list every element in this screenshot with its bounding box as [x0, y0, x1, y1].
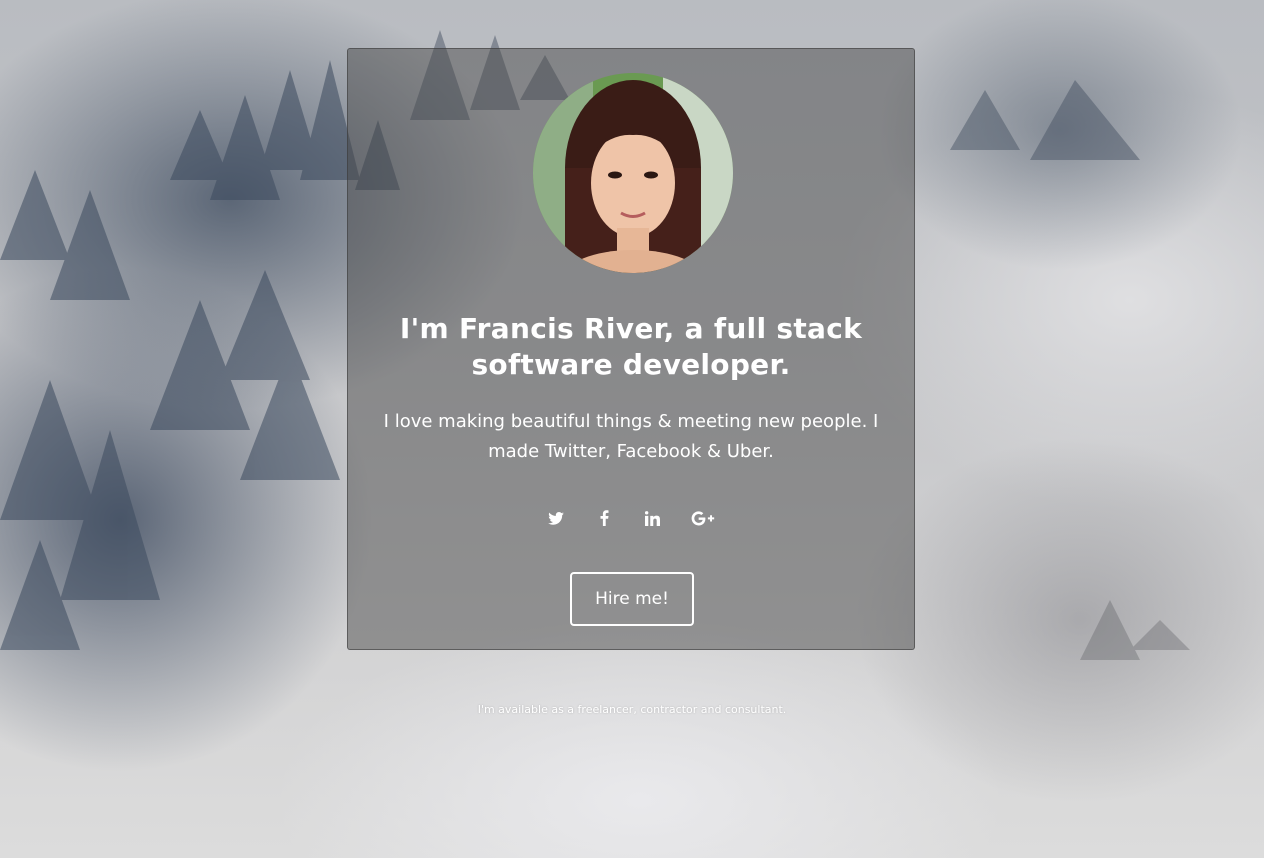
avatar	[533, 73, 733, 273]
twitter-icon	[548, 511, 564, 525]
profile-card: I'm Francis River, a full stack software…	[347, 48, 915, 650]
twitter-link[interactable]	[546, 507, 566, 529]
facebook-icon	[600, 510, 608, 526]
google-plus-icon	[691, 510, 715, 525]
social-links	[348, 507, 914, 529]
bio-text: I love making beautiful things & meeting…	[383, 411, 879, 462]
google-plus-link[interactable]	[690, 507, 716, 529]
headline: I'm Francis River, a full stack software…	[399, 312, 863, 381]
hire-me-button[interactable]: Hire me!	[570, 572, 694, 626]
linkedin-link[interactable]	[642, 507, 662, 529]
facebook-link[interactable]	[594, 507, 614, 529]
availability-note: I'm available as a freelancer, contracto…	[477, 703, 787, 716]
linkedin-icon	[644, 510, 660, 526]
